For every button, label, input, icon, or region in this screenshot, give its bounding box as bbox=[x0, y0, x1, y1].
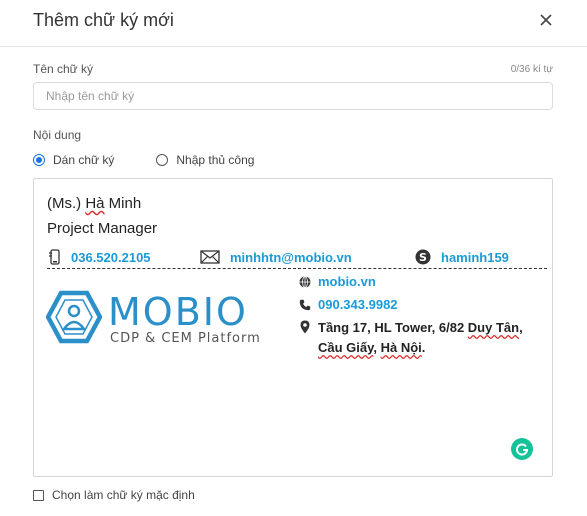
signature-person-name: (Ms.) Hà Minh bbox=[47, 195, 141, 212]
char-counter: 0/36 kí tự bbox=[510, 64, 553, 75]
address-part: Tầng 17, HL Tower, 6/82 bbox=[318, 320, 468, 335]
content-label: Nội dung bbox=[33, 128, 82, 142]
content-mode-radios: Dán chữ ký Nhập thủ công bbox=[33, 152, 254, 168]
signature-role: Project Manager bbox=[47, 220, 158, 237]
logo-wordmark: MOBIO bbox=[108, 290, 248, 334]
hotline-text: 090.343.9982 bbox=[318, 297, 398, 312]
globe-icon bbox=[298, 274, 312, 288]
radio-indicator bbox=[33, 154, 45, 166]
name-field-label: Tên chữ ký bbox=[33, 62, 94, 76]
grammarly-icon[interactable] bbox=[511, 438, 533, 460]
skype-text: haminh159 bbox=[441, 249, 509, 265]
signature-name-input[interactable] bbox=[33, 82, 553, 110]
map-pin-icon bbox=[298, 318, 312, 334]
address-part: , bbox=[373, 340, 381, 355]
default-signature-checkbox[interactable]: Chọn làm chữ ký mặc định bbox=[33, 488, 195, 502]
address-part: Duy Tân bbox=[467, 320, 520, 335]
logo-tagline: CDP & CEM Platform bbox=[110, 331, 261, 346]
dialog-header: Thêm chữ ký mới bbox=[0, 0, 587, 47]
mobio-logo: MOBIO CDP & CEM Platform bbox=[46, 285, 264, 349]
skype-icon: S bbox=[415, 249, 431, 265]
svg-text:S: S bbox=[419, 251, 427, 264]
radio-manual-entry[interactable]: Nhập thủ công bbox=[156, 153, 254, 167]
address-part: Cầu Giấy bbox=[318, 340, 374, 355]
radio-label: Dán chữ ký bbox=[53, 153, 115, 167]
address-line-2: Cầu Giấy, Hà Nội. bbox=[318, 338, 523, 358]
phone-icon bbox=[298, 297, 312, 311]
email-text: minhhtn@mobio.vn bbox=[230, 249, 352, 265]
name-first: Hà bbox=[85, 195, 105, 212]
website-text: mobio.vn bbox=[318, 274, 376, 289]
checkbox-box[interactable] bbox=[33, 489, 44, 501]
address-line: Tầng 17, HL Tower, 6/82 Duy Tân, Cầu Giấ… bbox=[298, 318, 523, 358]
radio-indicator bbox=[156, 154, 169, 166]
close-icon[interactable] bbox=[538, 12, 554, 28]
dialog-title: Thêm chữ ký mới bbox=[33, 10, 174, 30]
signature-editor[interactable]: (Ms.) Hà Minh Project Manager 036.520.21… bbox=[33, 178, 553, 477]
envelope-icon bbox=[200, 250, 220, 264]
radio-label: Nhập thủ công bbox=[176, 153, 255, 167]
signature-divider bbox=[47, 268, 547, 269]
address-line-1: Tầng 17, HL Tower, 6/82 Duy Tân, bbox=[318, 318, 523, 338]
mobile-phone-icon bbox=[49, 249, 61, 265]
name-prefix: (Ms.) bbox=[47, 195, 86, 212]
checkbox-label: Chọn làm chữ ký mặc định bbox=[52, 488, 195, 502]
name-last: Minh bbox=[104, 195, 142, 212]
skype-contact: S haminh159 bbox=[415, 247, 509, 267]
address-part: , bbox=[519, 320, 523, 335]
address-text: Tầng 17, HL Tower, 6/82 Duy Tân, Cầu Giấ… bbox=[318, 318, 523, 358]
hotline-line: 090.343.9982 bbox=[298, 297, 398, 312]
email-contact: minhhtn@mobio.vn bbox=[200, 247, 352, 267]
phone-text: 036.520.2105 bbox=[71, 249, 151, 265]
mobio-hexagon-icon bbox=[46, 290, 102, 344]
radio-paste-signature[interactable]: Dán chữ ký bbox=[33, 153, 114, 167]
website-line: mobio.vn bbox=[298, 274, 376, 289]
phone-contact: 036.520.2105 bbox=[49, 247, 151, 267]
address-part: . bbox=[421, 340, 426, 355]
address-part: Hà Nội bbox=[380, 340, 422, 355]
